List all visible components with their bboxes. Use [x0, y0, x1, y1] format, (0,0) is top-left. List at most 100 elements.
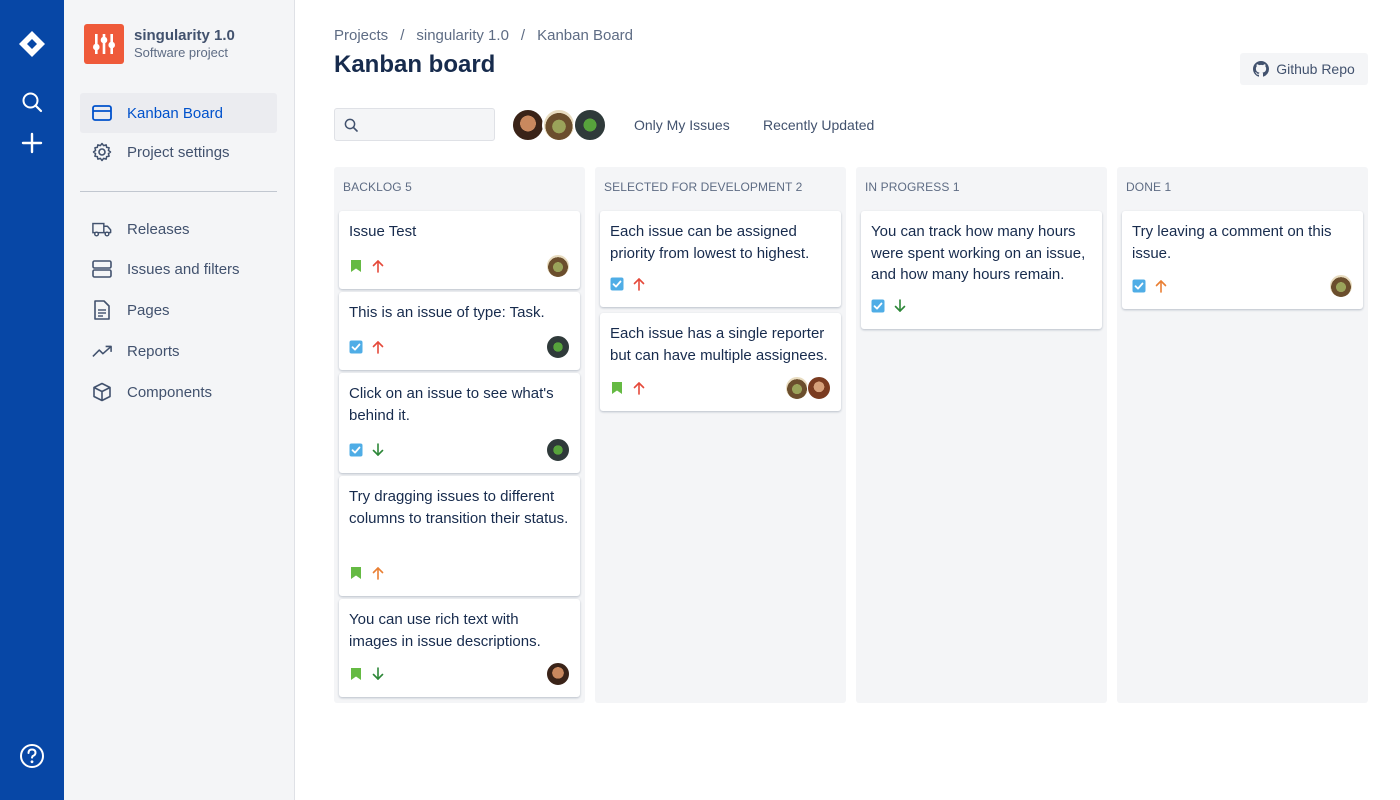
task-icon [1132, 279, 1146, 293]
breadcrumb-separator: / [520, 27, 526, 44]
task-icon [349, 443, 363, 457]
issue-card[interactable]: Try leaving a comment on this issue. [1122, 211, 1363, 309]
sidebar-item-label: Components [127, 383, 213, 401]
issue-card[interactable]: You can track how many hours were spent … [861, 211, 1102, 329]
column-done: Done 1 Try leaving a comment on this iss… [1117, 167, 1368, 703]
help-icon[interactable] [18, 742, 46, 770]
task-icon [871, 299, 885, 313]
issue-meta [349, 660, 570, 688]
issue-meta [610, 270, 831, 298]
issue-meta [1132, 272, 1353, 300]
recently-updated-filter[interactable]: Recently Updated [763, 117, 874, 133]
breadcrumb-projects[interactable]: Projects [334, 27, 388, 44]
document-icon [92, 300, 112, 320]
column-backlog: Backlog 5 Issue Test This is an issue of … [334, 167, 585, 703]
issue-title: You can use rich text with images in iss… [349, 611, 541, 650]
project-avatar [84, 24, 124, 64]
issue-meta [871, 292, 1092, 320]
assignee-avatars [546, 662, 570, 686]
column-title: Done 1 [1126, 180, 1172, 194]
search-input[interactable] [364, 116, 484, 133]
assignee-avatars [1329, 274, 1353, 298]
sidebar-item-label: Issues and filters [127, 260, 240, 278]
stack-icon [92, 259, 112, 279]
column-title: In progress 1 [865, 180, 960, 194]
github-repo-label: Github Repo [1276, 61, 1355, 77]
sidebar-item-label: Reports [127, 342, 180, 360]
create-icon[interactable] [18, 129, 46, 157]
sidebar-item-label: Project settings [127, 143, 230, 161]
sidebar-item-kanban-board[interactable]: Kanban Board [80, 93, 277, 133]
only-my-issues-filter[interactable]: Only My Issues [634, 117, 730, 133]
sliders-icon [93, 34, 115, 54]
assignee-avatars [785, 376, 831, 400]
truck-icon [92, 219, 112, 239]
assignee-avatars [546, 335, 570, 359]
sidebar-item-project-settings[interactable]: Project settings [80, 132, 277, 172]
project-type: Software project [134, 45, 228, 60]
arrow-up-icon [371, 340, 385, 354]
column-selected-for-development: Selected for development 2 Each issue ca… [595, 167, 846, 703]
github-repo-button[interactable]: Github Repo [1240, 53, 1368, 85]
task-icon [610, 277, 624, 291]
arrow-up-icon [1154, 279, 1168, 293]
issue-meta [349, 559, 570, 587]
issue-card[interactable]: Each issue can be assigned priority from… [600, 211, 841, 307]
search-icon [344, 118, 358, 132]
breadcrumb: Projects / singularity 1.0 / Kanban Boar… [334, 27, 633, 44]
issue-card[interactable]: You can use rich text with images in iss… [339, 599, 580, 697]
breadcrumb-separator: / [400, 27, 405, 44]
issue-meta [349, 333, 570, 361]
sidebar-item-label: Releases [127, 220, 190, 238]
issue-title: Try dragging issues to different columns… [349, 488, 569, 527]
sidebar-item-issues-and-filters[interactable]: Issues and filters [80, 249, 277, 289]
arrow-up-icon [371, 259, 385, 273]
avatar [546, 254, 570, 278]
avatar [546, 438, 570, 462]
arrow-down-icon [893, 299, 907, 313]
issue-card[interactable]: This is an issue of type: Task. [339, 292, 580, 370]
issue-title: Try leaving a comment on this issue. [1132, 223, 1332, 262]
sidebar-item-releases[interactable]: Releases [80, 209, 277, 249]
issue-title: This is an issue of type: Task. [349, 304, 545, 321]
story-icon [349, 566, 363, 580]
arrow-down-icon [371, 443, 385, 457]
jira-logo-icon[interactable] [18, 30, 46, 58]
sidebar-item-components[interactable]: Components [80, 372, 277, 412]
sidebar-item-pages[interactable]: Pages [80, 290, 277, 330]
avatar[interactable] [511, 108, 545, 142]
github-icon [1253, 61, 1270, 77]
avatar [785, 376, 809, 400]
project-sidebar: singularity 1.0 Software project Kanban … [64, 0, 295, 800]
issue-meta [610, 374, 831, 402]
issue-meta [349, 436, 570, 464]
arrow-down-icon [371, 667, 385, 681]
user-filter-avatars [511, 108, 607, 142]
issue-title: Click on an issue to see what's behind i… [349, 385, 554, 424]
avatar[interactable] [573, 108, 607, 142]
assignee-avatars [546, 438, 570, 462]
search-field[interactable] [334, 108, 495, 141]
assignee-avatars [546, 254, 570, 278]
global-nav [0, 0, 64, 800]
gear-icon [92, 142, 112, 162]
avatar [546, 335, 570, 359]
search-icon[interactable] [18, 88, 46, 116]
avatar [1329, 274, 1353, 298]
avatar[interactable] [542, 108, 576, 142]
issue-title: Each issue has a single reporter but can… [610, 325, 828, 364]
trend-icon [92, 341, 112, 361]
issue-card[interactable]: Issue Test [339, 211, 580, 289]
breadcrumb-project[interactable]: singularity 1.0 [416, 27, 509, 44]
sidebar-item-label: Pages [127, 301, 170, 319]
issue-card[interactable]: Try dragging issues to different columns… [339, 476, 580, 596]
avatar [807, 376, 831, 400]
issue-title: Issue Test [349, 223, 417, 240]
arrow-up-icon [632, 277, 646, 291]
column-title: Selected for development 2 [604, 180, 803, 194]
avatar [546, 662, 570, 686]
issue-card[interactable]: Each issue has a single reporter but can… [600, 313, 841, 411]
issue-card[interactable]: Click on an issue to see what's behind i… [339, 373, 580, 473]
column-title: Backlog 5 [343, 180, 412, 194]
sidebar-item-reports[interactable]: Reports [80, 331, 277, 371]
